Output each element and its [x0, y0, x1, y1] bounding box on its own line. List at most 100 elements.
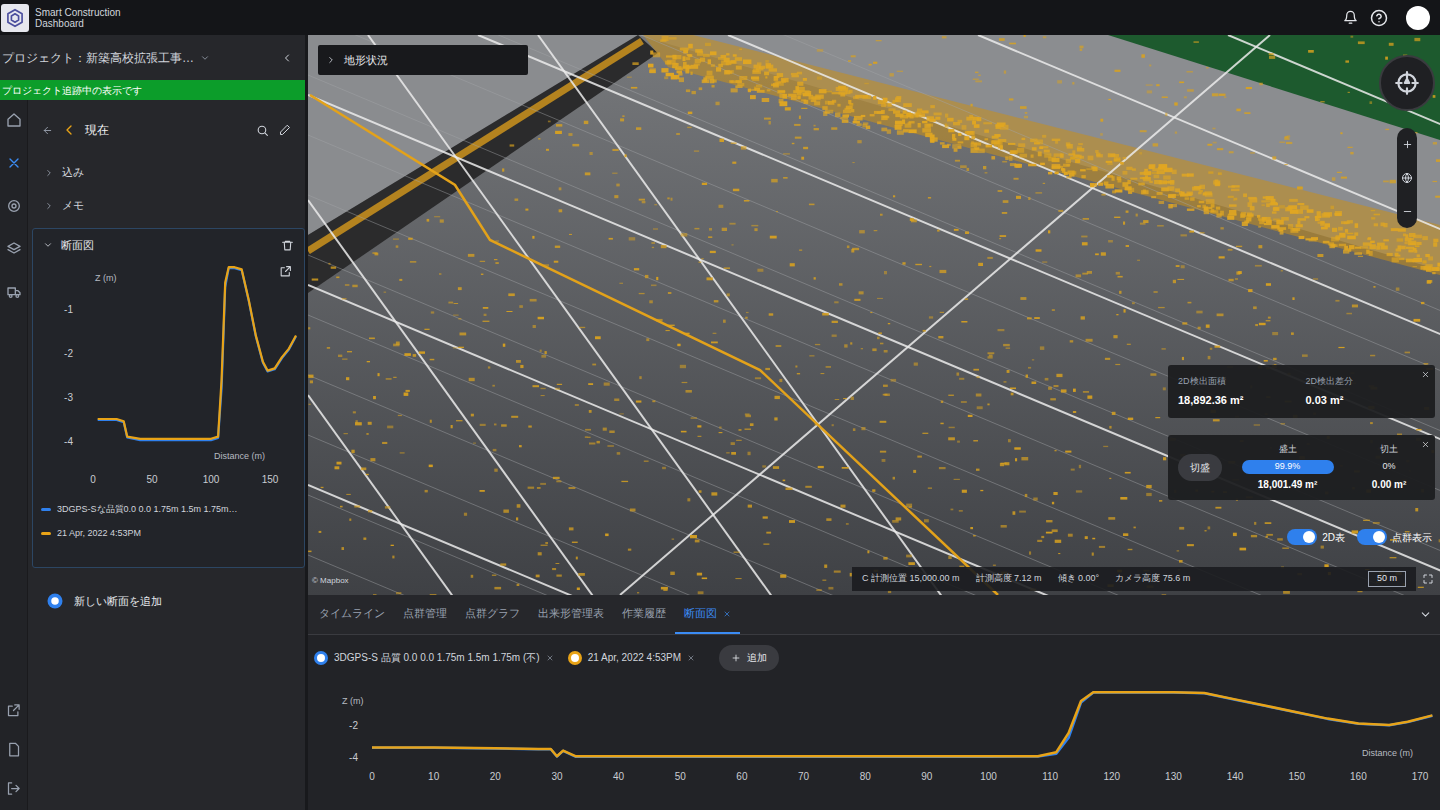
tab-label[interactable]: 作業履歴 [622, 605, 666, 622]
toggle-track[interactable] [1357, 529, 1387, 545]
chart-legend: 3DGPS-Sな品質0.0 0.0 1.75m 1.5m 1.75m…21 Ap… [33, 503, 304, 540]
series-chip-label[interactable]: 21 Apr, 2022 4:53PM [588, 650, 681, 665]
terrain-view[interactable]: 地形状況2D検出面積18,892.36 m²2D検出差分0.03 m²切盛盛土9… [308, 35, 1440, 595]
add-series-label[interactable]: 追加 [747, 650, 767, 665]
toggle[interactable]: 点群表示 [1357, 529, 1432, 545]
share-icon[interactable] [6, 703, 21, 718]
add-series-button[interactable]: 追加 [719, 645, 779, 671]
section-label[interactable]: 断面図 [61, 237, 94, 254]
tab[interactable]: タイムライン [310, 595, 394, 634]
tab[interactable]: 作業履歴 [613, 595, 675, 634]
plus-icon [731, 653, 741, 663]
zoom-controls [1397, 128, 1417, 228]
close-icon[interactable] [1421, 440, 1430, 449]
toggle-label[interactable]: 2D表 [1322, 530, 1345, 545]
icon-rail-bottom [6, 703, 21, 810]
back-nav[interactable]: 現在 [42, 121, 109, 139]
tab[interactable]: 点群グラフ [456, 595, 529, 634]
compass[interactable] [1379, 55, 1435, 111]
tab[interactable]: 点群管理 [394, 595, 456, 634]
close-icon[interactable] [687, 654, 695, 662]
home-icon[interactable] [6, 112, 22, 128]
cut-fill-column[interactable]: 切土0%0.00 m² [1353, 443, 1425, 492]
app-name-line: Smart Construction [35, 7, 121, 18]
tab-label[interactable]: タイムライン [319, 605, 385, 622]
chevron-left-icon[interactable] [61, 122, 77, 138]
tab-label[interactable]: 点群グラフ [465, 605, 520, 622]
add-circle-icon[interactable] [46, 592, 64, 610]
series-chip-label[interactable]: 3DGPS-S 品質 0.0 0.0 1.75m 1.5m 1.75m (不) [334, 650, 540, 665]
cross-section-chart: -1-2-3-4050100150Z (m)Distance (m) [33, 259, 298, 491]
logo[interactable] [1, 4, 29, 32]
help-icon[interactable] [1370, 9, 1388, 27]
cross-section-card: 断面図-1-2-3-4050100150Z (m)Distance (m)3DG… [32, 228, 305, 568]
list-item[interactable]: 込み [32, 156, 305, 189]
chevron-down-icon[interactable] [1419, 608, 1432, 621]
pencil-icon[interactable] [279, 124, 291, 136]
card-title[interactable]: 断面図 [43, 237, 94, 254]
toggle[interactable]: 2D表 [1287, 529, 1345, 545]
close-icon[interactable] [546, 654, 554, 662]
tab-label[interactable]: 点群管理 [403, 605, 447, 622]
gear-icon[interactable] [6, 198, 22, 214]
chevron-left-icon[interactable] [281, 52, 293, 64]
tab-label[interactable]: 断面図 [684, 605, 717, 622]
project-label[interactable]: プロジェクト：新築高校拡張工事… [2, 49, 194, 67]
cut-fill-column[interactable]: 盛土99.9%18,001.49 m² [1230, 443, 1345, 492]
close-icon[interactable] [1421, 370, 1430, 379]
series-dot [568, 651, 582, 665]
toggle-track[interactable] [1287, 529, 1317, 545]
expand-icon[interactable] [1422, 573, 1434, 585]
x-tick: 150 [262, 474, 279, 485]
layers-icon[interactable] [6, 241, 22, 257]
status-text: カメラ高度 75.6 m [1115, 572, 1190, 586]
document-icon[interactable] [6, 742, 21, 757]
add-section-label[interactable]: 新しい断面を追加 [74, 593, 162, 610]
x-tick: 130 [1165, 771, 1182, 782]
item-label[interactable]: 込み [62, 164, 84, 181]
view-title[interactable]: 地形状況 [344, 52, 388, 69]
brand[interactable]: Smart ConstructionDashboard [0, 4, 121, 32]
tools-icon[interactable] [6, 155, 22, 171]
x-tick: 100 [203, 474, 220, 485]
logo-icon [5, 8, 25, 28]
bell-icon[interactable] [1343, 10, 1358, 25]
arrow-left-icon[interactable] [42, 125, 53, 136]
point-cloud-canvas[interactable] [308, 35, 1440, 595]
cut-fill-button[interactable]: 切盛 [1178, 454, 1222, 481]
plus-icon[interactable] [1402, 139, 1413, 150]
series-chip[interactable]: 21 Apr, 2022 4:53PM [568, 650, 695, 665]
icon-rail-top [6, 112, 22, 300]
toggle-knob [1303, 531, 1315, 543]
status-strip: C 計測位置 15,000.00 m計測高度 7.12 m傾き 0.00°カメラ… [852, 567, 1416, 591]
left-content: 現在込みメモ断面図-1-2-3-4050100150Z (m)Distance … [28, 100, 305, 810]
tab[interactable]: 出来形管理表 [529, 595, 613, 634]
tab[interactable]: 断面図 [675, 595, 740, 634]
area-stat-label: 2D検出面積 [1178, 375, 1286, 389]
export-icon[interactable] [279, 265, 292, 278]
x-tick: 60 [736, 771, 748, 782]
item-label[interactable]: メモ [62, 197, 84, 214]
x-tick: 140 [1227, 771, 1244, 782]
toggle-label[interactable]: 点群表示 [1392, 530, 1432, 545]
project-selector[interactable]: プロジェクト：新築高校拡張工事… [2, 49, 210, 67]
search-icon[interactable] [256, 124, 269, 137]
legend-swatch [41, 532, 51, 535]
series-chip[interactable]: 3DGPS-S 品質 0.0 0.0 1.75m 1.5m 1.75m (不) [314, 650, 554, 665]
cut-fill-panel: 切盛盛土99.9%18,001.49 m²切土0%0.00 m² [1168, 435, 1435, 500]
truck-icon[interactable] [6, 284, 22, 300]
close-icon[interactable] [723, 610, 731, 618]
globe-icon[interactable] [1401, 172, 1413, 184]
add-section-button[interactable]: 新しい断面を追加 [32, 592, 305, 610]
trash-icon[interactable] [281, 239, 294, 252]
legend-swatch [41, 508, 51, 511]
minus-icon[interactable] [1402, 206, 1413, 217]
chevron-right-icon [44, 168, 54, 178]
logout-icon[interactable] [6, 781, 21, 796]
view-title-box[interactable]: 地形状況 [318, 45, 528, 75]
back-label[interactable]: 現在 [85, 121, 109, 139]
list-item[interactable]: メモ [32, 189, 305, 222]
tab-label[interactable]: 出来形管理表 [538, 605, 604, 622]
profile-line [372, 692, 1432, 756]
avatar[interactable] [1406, 6, 1430, 30]
